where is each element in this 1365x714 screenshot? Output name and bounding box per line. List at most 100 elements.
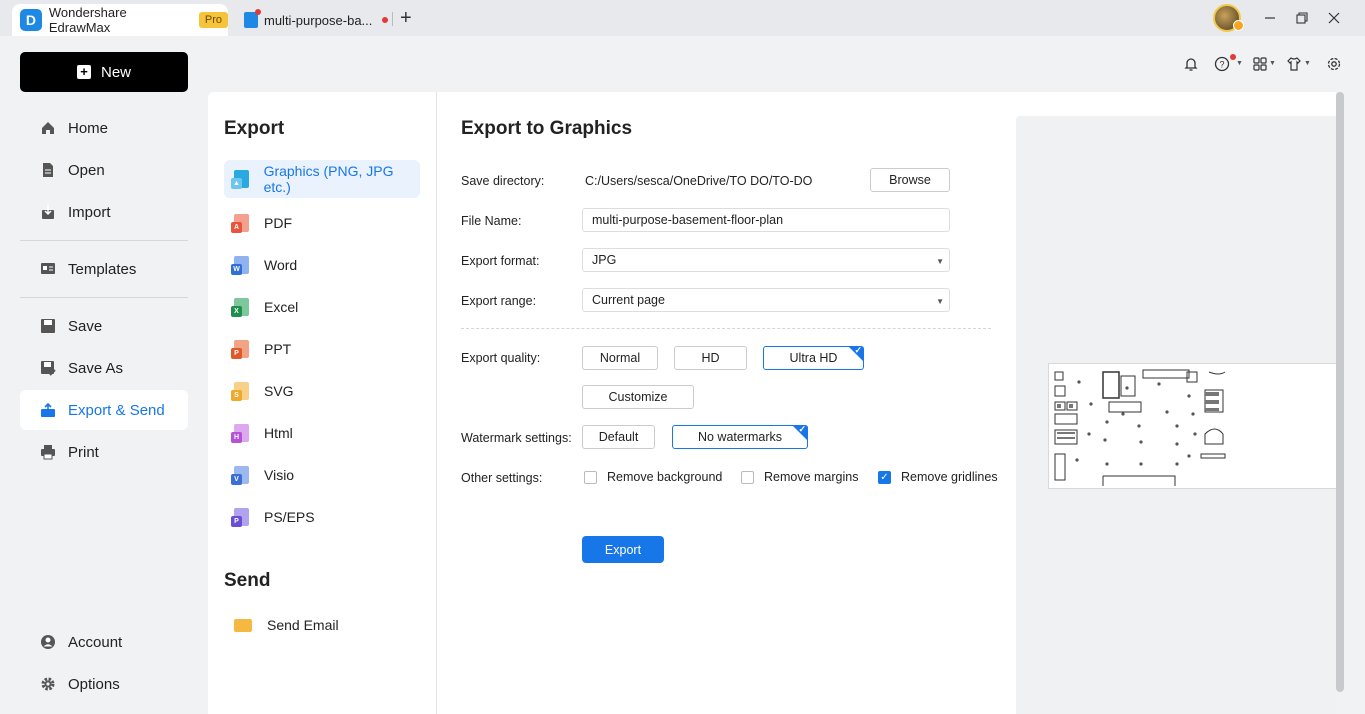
quality-normal-button[interactable]: Normal [582,346,658,370]
new-button[interactable]: + New [20,52,188,92]
sidebar-item-export-send[interactable]: Export & Send [20,390,188,430]
watermark-settings-label: Watermark settings: [461,431,572,445]
svg-file-icon: S [231,382,249,401]
remove-margins-checkbox[interactable] [741,470,754,484]
open-file-icon [40,162,56,178]
format-html[interactable]: H Html [224,414,420,452]
sidebar-item-label: Home [68,119,109,137]
sidebar-item-save-as[interactable]: Save As [20,348,188,388]
remove-background-option[interactable]: Remove background [584,470,722,484]
remove-background-checkbox[interactable] [584,470,597,484]
remove-margins-option[interactable]: Remove margins [741,470,858,484]
word-file-icon: W [231,256,249,275]
format-label: Html [264,425,293,441]
quality-ultra-hd-button[interactable]: Ultra HD ✓ [763,345,864,370]
sidebar-item-label: Options [68,675,120,693]
sidebar-item-home[interactable]: Home [20,108,188,148]
shirt-icon[interactable] [1285,55,1303,73]
bell-icon[interactable] [1182,55,1200,73]
app-tab[interactable]: D Wondershare EdrawMax Pro [12,4,228,36]
chevron-down-icon[interactable]: ▼ [1269,60,1276,67]
quality-ultra-hd-label: Ultra HD [789,351,838,365]
file-name-input[interactable] [582,208,950,232]
format-label: Visio [264,467,295,483]
sidebar-item-account[interactable]: Account [20,622,188,662]
format-excel[interactable]: X Excel [224,288,420,326]
watermark-default-button[interactable]: Default [582,425,655,449]
export-format-column: Export ▲ Graphics (PNG, JPG etc.) A PDF … [208,92,437,714]
format-label: PPT [264,341,292,357]
watermark-none-label: No watermarks [697,430,783,444]
save-directory-label: Save directory: [461,174,545,188]
html-file-icon: H [231,424,249,443]
apps-icon[interactable] [1251,55,1269,73]
title-bar: D Wondershare EdrawMax Pro multi-purpose… [0,0,1365,36]
plus-icon[interactable]: + [400,8,412,28]
format-label: SVG [264,383,294,399]
other-settings-label: Other settings: [461,471,543,485]
close-icon[interactable] [1324,8,1344,28]
sidebar-item-save[interactable]: Save [20,306,188,346]
page-title: Export to Graphics [461,118,633,139]
customize-button[interactable]: Customize [582,385,694,409]
floor-plan-preview [1048,363,1336,489]
sidebar-item-import[interactable]: Import [20,192,188,232]
sidebar-item-options[interactable]: Options [20,664,188,704]
unsaved-indicator [382,17,389,23]
pdf-file-icon: A [231,214,249,233]
help-icon[interactable]: ? [1213,55,1231,73]
format-ps-eps[interactable]: P PS/EPS [224,498,420,536]
sidebar-item-label: Templates [68,260,137,278]
sidebar-item-templates[interactable]: Templates [20,249,188,289]
format-ppt[interactable]: P PPT [224,330,420,368]
export-button[interactable]: Export [582,536,664,563]
ppt-file-icon: P [231,340,249,359]
format-label: Excel [264,299,299,315]
import-icon [40,204,56,220]
sidebar-item-print[interactable]: Print [20,432,188,472]
restore-icon[interactable] [1292,8,1312,28]
format-svg[interactable]: S SVG [224,372,420,410]
format-label: PDF [264,215,292,231]
send-section-title: Send [224,570,271,591]
chevron-down-icon[interactable]: ▼ [1236,60,1243,67]
sidebar-item-open[interactable]: Open [20,150,188,190]
remove-gridlines-option[interactable]: ✓ Remove gridlines [878,470,998,484]
watermark-none-button[interactable]: No watermarks ✓ [672,424,808,449]
save-as-icon [40,360,56,376]
scrollbar[interactable] [1336,92,1344,692]
send-email-item[interactable]: Send Email [224,606,420,644]
sidebar-item-label: Account [68,633,123,651]
format-visio[interactable]: V Visio [224,456,420,494]
file-name-label: File Name: [461,214,522,228]
format-word[interactable]: W Word [224,246,420,284]
envelope-icon [234,618,252,632]
settings-icon[interactable] [1325,55,1343,73]
chevron-down-icon: ▼ [936,257,944,266]
svg-text:?: ? [1219,60,1224,70]
home-icon [40,120,56,136]
edrawmax-logo-icon: D [20,9,42,31]
chevron-down-icon[interactable]: ▼ [1304,60,1311,67]
browse-button[interactable]: Browse [870,168,950,192]
document-tab[interactable]: multi-purpose-ba... [240,4,390,36]
main-panel: Export ▲ Graphics (PNG, JPG etc.) A PDF … [208,92,1336,714]
quality-hd-button[interactable]: HD [674,346,747,370]
document-file-icon [244,9,261,28]
new-button-label: New [100,63,131,81]
send-email-label: Send Email [267,617,339,633]
format-pdf[interactable]: A PDF [224,204,420,242]
divider [461,328,991,329]
sidebar-item-label: Save As [68,359,124,377]
export-range-label: Export range: [461,294,537,308]
sidebar-item-label: Export & Send [68,401,165,419]
format-graphics[interactable]: ▲ Graphics (PNG, JPG etc.) [224,160,420,198]
document-tab-label: multi-purpose-ba... [264,12,373,28]
remove-gridlines-checkbox[interactable]: ✓ [878,470,891,484]
export-format-select[interactable]: JPG ▼ [582,248,950,272]
export-range-select[interactable]: Current page ▼ [582,288,950,312]
minimize-icon[interactable] [1260,8,1280,28]
plus-icon: + [76,65,91,79]
sidebar-divider [20,297,188,298]
save-directory-value: C:/Users/sesca/OneDrive/TO DO/TO-DO [585,174,813,188]
